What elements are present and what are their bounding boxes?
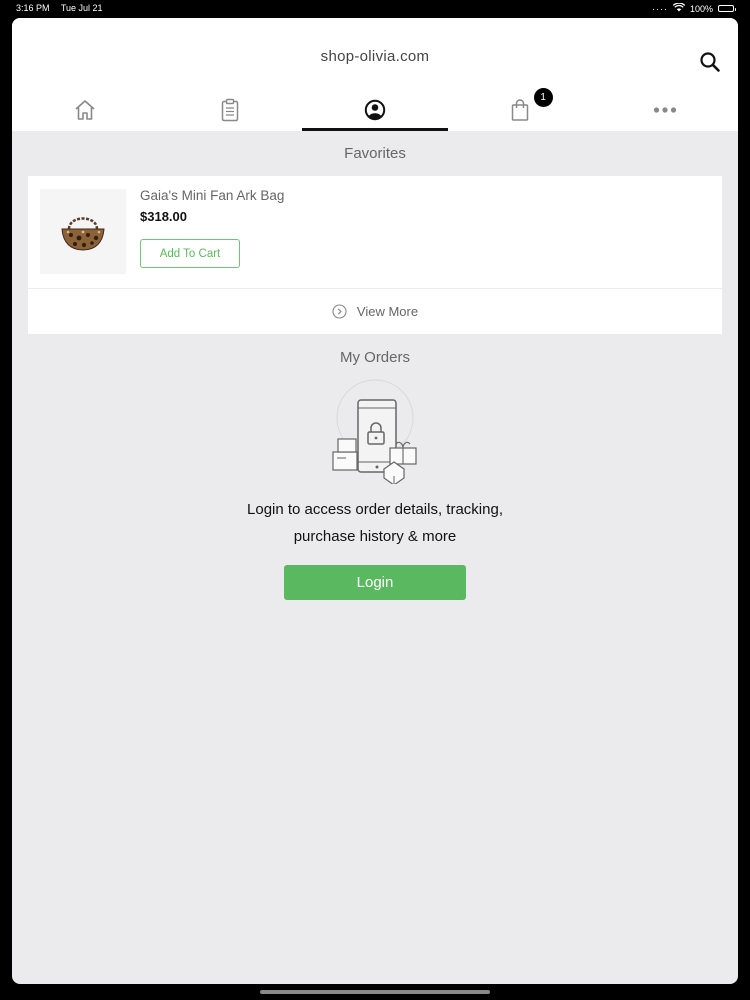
shopping-bag-icon (511, 98, 529, 121)
home-icon (75, 99, 95, 120)
status-bar: 3:16 PM Tue Jul 21 ···· 100% (0, 0, 750, 16)
header: shop-olivia.com 1 (12, 18, 738, 131)
product-price: $318.00 (140, 209, 187, 224)
chevron-right-circle-icon (332, 304, 347, 319)
orders-message-line2: purchase history & more (293, 528, 457, 545)
view-more-label: View More (356, 304, 419, 319)
user-circle-icon (364, 99, 386, 120)
product-name[interactable]: Gaia's Mini Fan Ark Bag (140, 188, 284, 203)
orders-message-line1: Login to access order details, tracking, (247, 501, 503, 518)
status-dots: ···· (651, 3, 668, 14)
orders-login-message: Login to access order details, tracking,… (12, 496, 738, 550)
site-title: shop-olivia.com (320, 48, 430, 65)
status-date: Tue Jul 21 (60, 3, 103, 13)
orders-title: My Orders (339, 349, 410, 366)
tab-bar: 1 (12, 88, 738, 131)
clipboard-icon (221, 98, 239, 121)
list-item[interactable]: Gaia's Mini Fan Ark Bag $318.00 Add To C… (28, 176, 722, 288)
login-button[interactable]: Login (284, 565, 466, 600)
more-dots-icon (654, 106, 677, 113)
tab-account[interactable] (302, 88, 448, 131)
battery-icon (718, 5, 736, 12)
home-indicator[interactable] (260, 990, 490, 994)
search-button[interactable] (698, 50, 722, 74)
tab-orders[interactable] (157, 88, 302, 131)
tab-more[interactable] (593, 88, 738, 131)
product-image[interactable] (40, 189, 126, 274)
tab-cart[interactable]: 1 (448, 88, 593, 131)
view-more-button[interactable]: View More (28, 288, 722, 334)
bag-image (61, 216, 105, 251)
tab-home[interactable] (12, 88, 157, 131)
cart-badge: 1 (533, 88, 553, 107)
favorites-card: Gaia's Mini Fan Ark Bag $318.00 Add To C… (28, 176, 722, 334)
locked-phone-illustration (332, 379, 417, 484)
search-icon (700, 52, 720, 72)
favorites-title: Favorites (344, 145, 406, 162)
add-to-cart-button[interactable]: Add To Cart (140, 239, 240, 268)
app-window: shop-olivia.com 1 Favorites Gaia's Mini … (12, 18, 738, 984)
wifi-icon (672, 2, 686, 14)
status-time: 3:16 PM (16, 3, 50, 13)
battery-percent: 100% (689, 3, 713, 14)
